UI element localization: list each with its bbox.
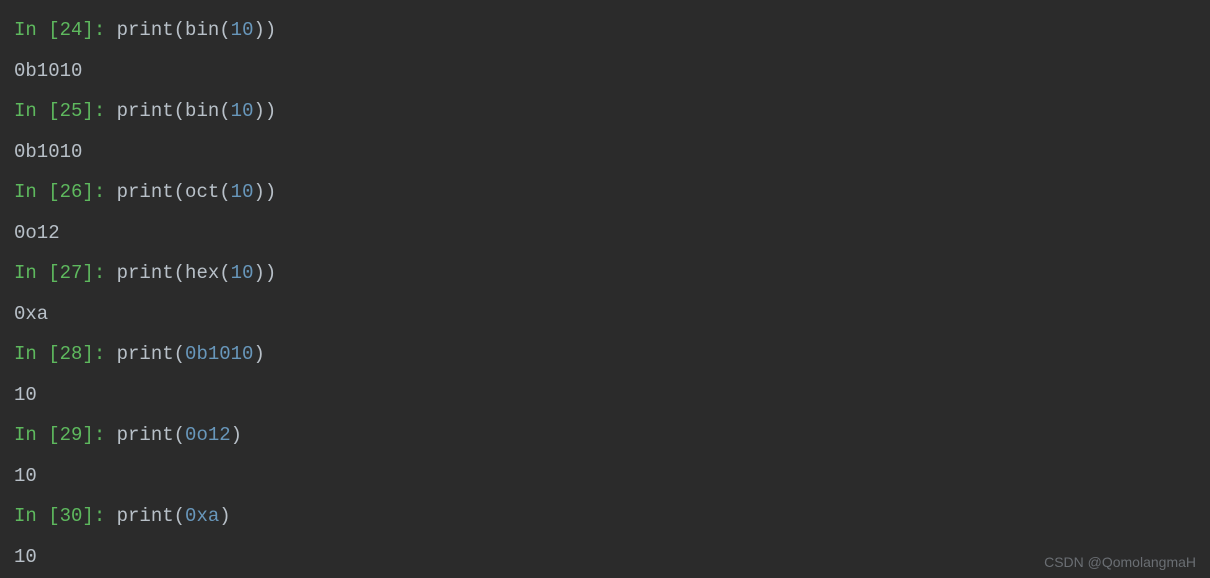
output-24: 0b1010 [14, 51, 1196, 92]
paren-open: ( [174, 100, 185, 122]
code-func: print [117, 505, 174, 527]
paren-open: ( [174, 19, 185, 41]
paren-open: ( [174, 505, 185, 527]
paren-close: ) [231, 424, 242, 446]
input-prompt: In [25]: [14, 100, 117, 122]
inner-paren-open: ( [219, 262, 230, 284]
paren-open: ( [174, 424, 185, 446]
input-prompt: In [26]: [14, 181, 117, 203]
code-arg: 0o12 [185, 424, 231, 446]
cell-25[interactable]: In [25]: print(bin(10)) [14, 91, 1196, 132]
cell-26[interactable]: In [26]: print(oct(10)) [14, 172, 1196, 213]
cell-28[interactable]: In [28]: print(0b1010) [14, 334, 1196, 375]
paren-close: ) [265, 19, 276, 41]
code-inner-func: oct [185, 181, 219, 203]
inner-paren-open: ( [219, 100, 230, 122]
paren-close: ) [265, 181, 276, 203]
cell-24[interactable]: In [24]: print(bin(10)) [14, 10, 1196, 51]
paren-close: ) [219, 505, 230, 527]
code-func: print [117, 424, 174, 446]
input-prompt: In [28]: [14, 343, 117, 365]
code-arg: 0xa [185, 505, 219, 527]
input-prompt: In [24]: [14, 19, 117, 41]
inner-paren-open: ( [219, 181, 230, 203]
inner-paren-close: ) [253, 19, 264, 41]
paren-open: ( [174, 343, 185, 365]
paren-close: ) [265, 262, 276, 284]
inner-paren-open: ( [219, 19, 230, 41]
code-func: print [117, 19, 174, 41]
code-inner-func: bin [185, 100, 219, 122]
code-arg: 10 [231, 181, 254, 203]
code-arg: 10 [231, 100, 254, 122]
paren-open: ( [174, 262, 185, 284]
output-28: 10 [14, 375, 1196, 416]
cell-30[interactable]: In [30]: print(0xa) [14, 496, 1196, 537]
output-26: 0o12 [14, 213, 1196, 254]
inner-paren-close: ) [253, 181, 264, 203]
code-func: print [117, 181, 174, 203]
code-arg: 0b1010 [185, 343, 253, 365]
terminal-container: In [24]: print(bin(10)) 0b1010 In [25]: … [14, 10, 1196, 577]
code-inner-func: hex [185, 262, 219, 284]
inner-paren-close: ) [253, 262, 264, 284]
code-inner-func: bin [185, 19, 219, 41]
output-30: 10 [14, 537, 1196, 578]
code-func: print [117, 343, 174, 365]
watermark-text: CSDN @QomolangmaH [1044, 554, 1196, 570]
code-arg: 10 [231, 19, 254, 41]
output-27: 0xa [14, 294, 1196, 335]
paren-close: ) [253, 343, 264, 365]
cell-27[interactable]: In [27]: print(hex(10)) [14, 253, 1196, 294]
paren-open: ( [174, 181, 185, 203]
inner-paren-close: ) [253, 100, 264, 122]
code-func: print [117, 100, 174, 122]
input-prompt: In [30]: [14, 505, 117, 527]
output-29: 10 [14, 456, 1196, 497]
code-func: print [117, 262, 174, 284]
paren-close: ) [265, 100, 276, 122]
input-prompt: In [27]: [14, 262, 117, 284]
input-prompt: In [29]: [14, 424, 117, 446]
cell-29[interactable]: In [29]: print(0o12) [14, 415, 1196, 456]
code-arg: 10 [231, 262, 254, 284]
output-25: 0b1010 [14, 132, 1196, 173]
